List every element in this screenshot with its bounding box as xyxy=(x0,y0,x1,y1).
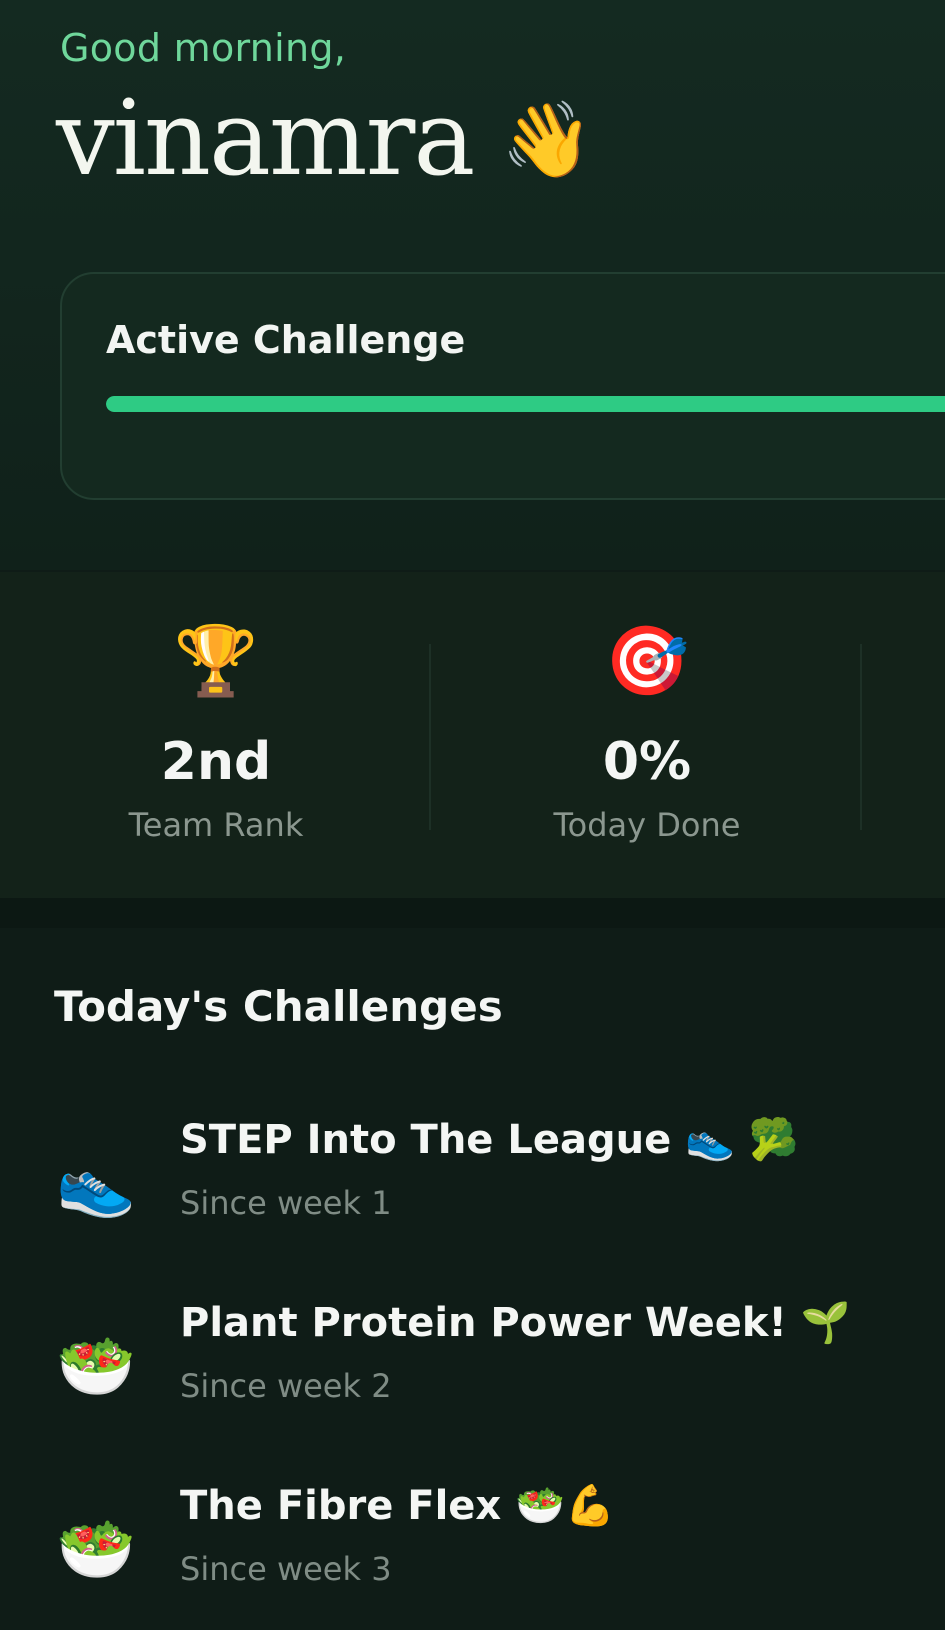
team-rank-value: 2nd xyxy=(160,732,272,792)
target-icon: 🎯 xyxy=(604,622,690,701)
sneaker-icon: 👟 xyxy=(56,1147,136,1221)
salad-icon: 🥗 xyxy=(56,1330,136,1404)
section-title: Today's Challenges xyxy=(54,982,503,1031)
challenge-item[interactable]: 👟 STEP Into The League 👟 🥦 Since week 1 xyxy=(0,1098,945,1248)
stat-today-done[interactable]: 🎯 0% Today Done xyxy=(431,572,863,898)
home-screen: Good morning, vinamra 👋 Active Challenge… xyxy=(0,0,945,1630)
username-row: vinamra 👋 xyxy=(56,86,593,190)
stat-team-rank[interactable]: 🏆 2nd Team Rank xyxy=(0,572,432,898)
challenge-subtitle: Since week 1 xyxy=(180,1184,392,1222)
active-challenge-progress-bar xyxy=(106,396,945,412)
stats-panel: 🏆 2nd Team Rank 🎯 0% Today Done xyxy=(0,572,945,898)
trophy-icon: 🏆 xyxy=(173,622,259,701)
progress-fill xyxy=(106,396,945,412)
active-challenge-card[interactable]: Active Challenge xyxy=(60,272,945,500)
header: Good morning, vinamra 👋 Active Challenge xyxy=(0,0,945,570)
stat-divider xyxy=(860,644,862,830)
challenge-item[interactable]: 🥗 Plant Protein Power Week! 🌱 Since week… xyxy=(0,1281,945,1431)
team-rank-label: Team Rank xyxy=(128,806,304,844)
active-challenge-title: Active Challenge xyxy=(106,318,466,362)
username: vinamra xyxy=(56,77,475,199)
challenge-title: STEP Into The League 👟 🥦 xyxy=(180,1117,799,1163)
section-separator xyxy=(0,898,945,928)
challenge-subtitle: Since week 3 xyxy=(180,1550,392,1588)
salad-icon: 🥗 xyxy=(56,1513,136,1587)
challenge-item[interactable]: 🥗 The Fibre Flex 🥗💪 Since week 3 xyxy=(0,1464,945,1614)
waving-hand-icon: 👋 xyxy=(501,96,594,183)
challenge-title: Plant Protein Power Week! 🌱 xyxy=(180,1300,851,1346)
today-done-label: Today Done xyxy=(553,806,741,844)
greeting-text: Good morning, xyxy=(60,26,347,70)
todays-challenges-section: Today's Challenges 👟 STEP Into The Leagu… xyxy=(0,928,945,1630)
challenge-title: The Fibre Flex 🥗💪 xyxy=(180,1483,615,1529)
challenge-subtitle: Since week 2 xyxy=(180,1367,392,1405)
today-done-value: 0% xyxy=(602,732,692,792)
